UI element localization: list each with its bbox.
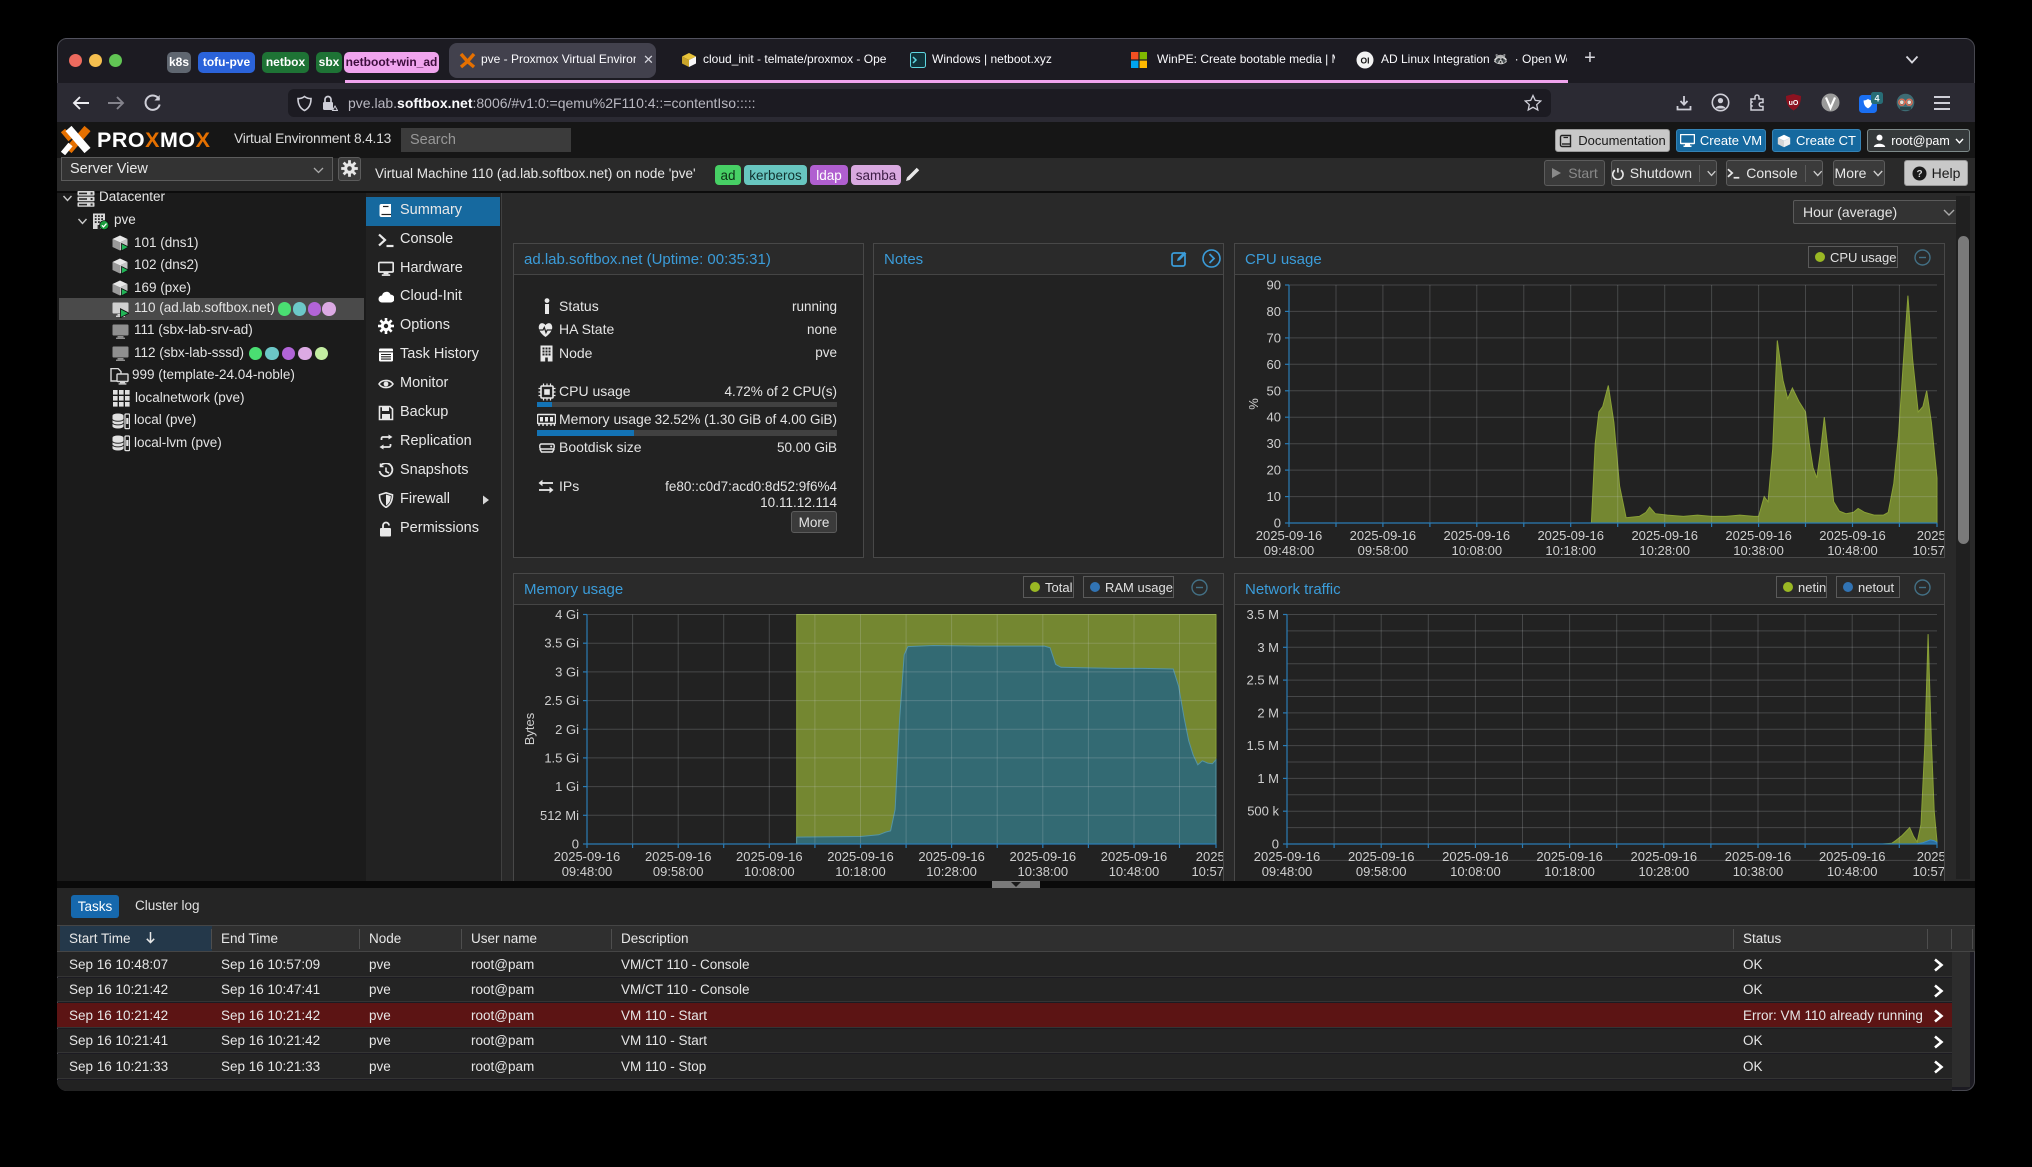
svg-text:10:48:00: 10:48:00 (1827, 543, 1878, 557)
svg-text:10:28:00: 10:28:00 (1639, 543, 1690, 557)
svg-text:2025-09-16: 2025-09-16 (1819, 528, 1886, 543)
svg-text:2025-09-16: 2025-09-16 (736, 849, 803, 864)
svg-text:60: 60 (1267, 357, 1281, 372)
svg-text:1 M: 1 M (1257, 771, 1279, 786)
svg-text:09:48:00: 09:48:00 (1264, 543, 1315, 557)
svg-text:2025-09-16: 2025-09-16 (1442, 849, 1509, 864)
svg-text:90: 90 (1267, 278, 1281, 293)
svg-text:80: 80 (1267, 304, 1281, 319)
svg-text:OI: OI (1361, 55, 1370, 65)
svg-text:4: 4 (1874, 93, 1879, 103)
svg-text:3 M: 3 M (1257, 640, 1279, 655)
svg-text:2025-09-16: 2025-09-16 (1348, 849, 1415, 864)
svg-text:09:48:00: 09:48:00 (562, 864, 613, 879)
svg-text:1 Gi: 1 Gi (555, 779, 579, 794)
svg-text:3.5 Gi: 3.5 Gi (544, 636, 579, 651)
svg-text:2025-09-16: 2025-09-16 (1537, 528, 1604, 543)
svg-text:1.5 Gi: 1.5 Gi (544, 750, 579, 765)
svg-text:10:08:00: 10:08:00 (1451, 543, 1502, 557)
svg-text:2025-09-16: 2025-09-16 (1536, 849, 1603, 864)
svg-text:%: % (1246, 398, 1261, 410)
svg-text:09:58:00: 09:58:00 (1356, 864, 1407, 879)
svg-text:10:57: 10:57 (1912, 543, 1944, 557)
svg-text:2025-09-16: 2025-09-16 (1631, 528, 1698, 543)
svg-text:2025-09-16: 2025-09-16 (1725, 528, 1792, 543)
svg-text:10:28:00: 10:28:00 (926, 864, 977, 879)
svg-text:10:08:00: 10:08:00 (1450, 864, 1501, 879)
svg-text:09:58:00: 09:58:00 (1358, 543, 1409, 557)
svg-text:2025-0: 2025-0 (1917, 849, 1944, 864)
svg-text:1.5 M: 1.5 M (1246, 738, 1279, 753)
svg-text:2025-09-16: 2025-09-16 (1254, 849, 1321, 864)
svg-text:10:48:00: 10:48:00 (1827, 864, 1878, 879)
svg-text:2025-09-16: 2025-09-16 (1725, 849, 1792, 864)
svg-text:2025-09-16: 2025-09-16 (1256, 528, 1323, 543)
svg-text:2.5 M: 2.5 M (1246, 673, 1279, 688)
svg-text:2.5 Gi: 2.5 Gi (544, 693, 579, 708)
svg-text:70: 70 (1267, 330, 1281, 345)
svg-text:10:18:00: 10:18:00 (1545, 543, 1596, 557)
svg-text:Bytes: Bytes (522, 712, 537, 745)
svg-text:10:38:00: 10:38:00 (1733, 864, 1784, 879)
svg-text:4 Gi: 4 Gi (555, 607, 579, 622)
svg-text:10:57: 10:57 (1912, 864, 1944, 879)
svg-text:10:57: 10:57 (1191, 864, 1223, 879)
svg-text:2025-0: 2025-0 (1917, 528, 1944, 543)
svg-text:10:08:00: 10:08:00 (744, 864, 795, 879)
svg-text:10:18:00: 10:18:00 (835, 864, 886, 879)
svg-text:2025-09-16: 2025-09-16 (1631, 849, 1698, 864)
svg-text:3 Gi: 3 Gi (555, 664, 579, 679)
svg-text:2025-09-16: 2025-09-16 (554, 849, 621, 864)
svg-text:?: ? (1916, 169, 1922, 180)
svg-text:3.5 M: 3.5 M (1246, 607, 1279, 622)
svg-text:10:38:00: 10:38:00 (1733, 543, 1784, 557)
svg-text:09:58:00: 09:58:00 (653, 864, 704, 879)
svg-text:2025-09-16: 2025-09-16 (1819, 849, 1886, 864)
svg-text:2025-09-16: 2025-09-16 (1010, 849, 1077, 864)
svg-text:512 Mi: 512 Mi (540, 808, 579, 823)
svg-text:uO: uO (1789, 100, 1799, 107)
svg-text:2025-09-16: 2025-09-16 (827, 849, 894, 864)
svg-text:50: 50 (1267, 383, 1281, 398)
svg-text:10:38:00: 10:38:00 (1017, 864, 1068, 879)
svg-text:2025-09-16: 2025-09-16 (1444, 528, 1511, 543)
svg-text:2025-0: 2025-0 (1196, 849, 1223, 864)
svg-text:2025-09-16: 2025-09-16 (645, 849, 712, 864)
svg-text:2025-09-16: 2025-09-16 (918, 849, 985, 864)
svg-text:40: 40 (1267, 410, 1281, 425)
svg-text:10: 10 (1267, 489, 1281, 504)
svg-text:10:18:00: 10:18:00 (1544, 864, 1595, 879)
svg-text:2025-09-16: 2025-09-16 (1350, 528, 1417, 543)
svg-text:500 k: 500 k (1247, 804, 1279, 819)
svg-text:2025-09-16: 2025-09-16 (1101, 849, 1168, 864)
svg-text:09:48:00: 09:48:00 (1262, 864, 1313, 879)
svg-text:10:48:00: 10:48:00 (1109, 864, 1160, 879)
svg-text:20: 20 (1267, 463, 1281, 478)
svg-text:2 Gi: 2 Gi (555, 722, 579, 737)
svg-text:10:28:00: 10:28:00 (1638, 864, 1689, 879)
svg-text:2 M: 2 M (1257, 705, 1279, 720)
svg-text:30: 30 (1267, 436, 1281, 451)
